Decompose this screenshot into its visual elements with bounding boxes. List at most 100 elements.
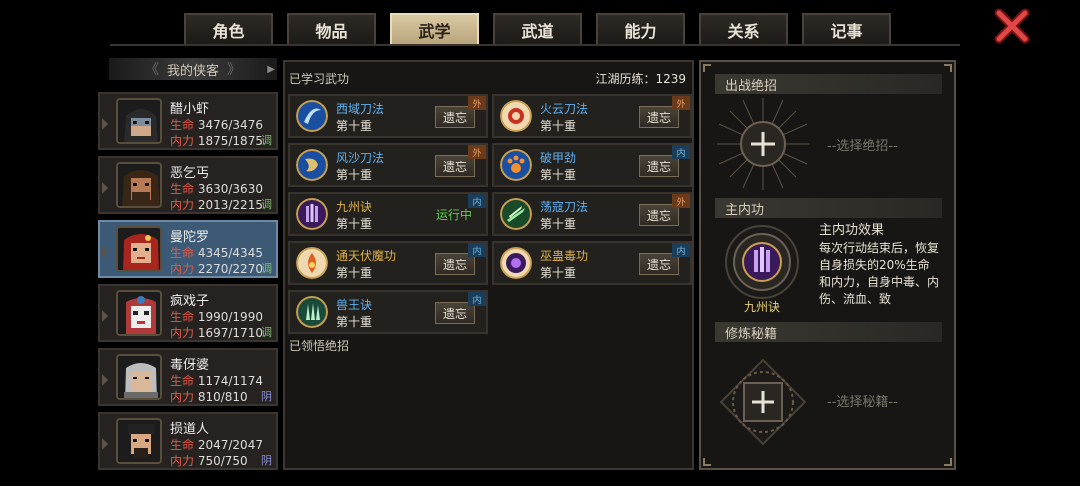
- cultivation-section-title: 修炼秘籍: [715, 322, 942, 342]
- skill-level: 第十重: [540, 168, 577, 182]
- character-mp: 内力 1875/1875: [170, 134, 263, 148]
- skill-type-badge: 内: [672, 145, 690, 159]
- beast-claw-icon: [296, 296, 328, 328]
- skill-level: 第十重: [336, 168, 373, 182]
- skill-card[interactable]: 巫蛊毒功 第十重 遗忘 内: [492, 241, 692, 285]
- avatar: [116, 226, 162, 272]
- skill-card[interactable]: 荡寇刀法 第十重 遗忘 外: [492, 192, 692, 236]
- skill-name: 火云刀法: [540, 102, 589, 116]
- skill-type-badge: 内: [468, 194, 486, 208]
- character-name: 毒伢婆: [170, 358, 210, 373]
- left-arrow-icon: 《: [144, 62, 159, 78]
- tab-relations[interactable]: 关系: [699, 13, 788, 45]
- frame-corner: [703, 64, 711, 72]
- skill-type-badge: 内: [468, 243, 486, 257]
- learned-ultimates-title: 已领悟绝招: [289, 339, 350, 353]
- tab-journal[interactable]: 记事: [802, 13, 891, 45]
- skill-name: 通天伏魔功: [336, 249, 397, 263]
- character-card[interactable]: 毒伢婆 生命 1174/1174 内力 810/810 阴: [98, 348, 278, 406]
- skill-name: 荡寇刀法: [540, 200, 589, 214]
- character-card[interactable]: 醋小虾 生命 3476/3476 内力 1875/1875 调: [98, 92, 278, 150]
- cultivation-hint: --选择秘籍--: [827, 395, 898, 410]
- status-badge: 阴: [261, 390, 272, 403]
- character-mp: 内力 2013/2215: [170, 198, 263, 212]
- roster-title: 我的侠客: [166, 63, 219, 79]
- skill-type-badge: 外: [468, 145, 486, 159]
- character-name: 损道人: [170, 422, 210, 437]
- character-name: 曼陀罗: [170, 230, 210, 245]
- skill-name: 风沙刀法: [336, 151, 385, 165]
- effect-text: 每次行动结束后，恢复自身损失的20%生命和内力，自身中毒、内伤、流血、致: [819, 241, 940, 306]
- avatar: [116, 290, 162, 336]
- main-skill-effect: 主内功效果 每次行动结束后，恢复自身损失的20%生命和内力，自身中毒、内伤、流血…: [819, 222, 941, 316]
- character-hp: 生命 1174/1174: [170, 374, 263, 388]
- skill-name: 兽王诀: [336, 298, 373, 312]
- avatar: [116, 418, 162, 464]
- skill-card[interactable]: 兽王诀 第十重 遗忘 内: [288, 290, 488, 334]
- paw-icon: [500, 149, 532, 181]
- tab-items[interactable]: 物品: [287, 13, 376, 45]
- fire-cloud-icon: [500, 100, 532, 132]
- avatar: [116, 98, 162, 144]
- status-badge: 调: [261, 262, 272, 275]
- character-card[interactable]: 疯戏子 生命 1990/1990 内力 1697/1710 调: [98, 284, 278, 342]
- skills-panel: 已学习武功 江湖历练：1239 西域刀法 第十重 遗忘 外 火云刀法 第十重 遗…: [283, 60, 694, 470]
- ultimate-section-title: 出战绝招: [715, 74, 942, 94]
- avatar: [116, 162, 162, 208]
- card-tab-marker: [102, 246, 108, 258]
- skill-level: 第十重: [336, 266, 373, 280]
- character-hp: 生命 3630/3630: [170, 182, 263, 196]
- blade-swirl-icon: [296, 100, 328, 132]
- skill-name: 巫蛊毒功: [540, 249, 589, 263]
- character-card-selected[interactable]: 曼陀罗 生命 4345/4345 内力 2270/2270 调: [98, 220, 278, 278]
- skill-card[interactable]: 九州诀 第十重 运行中 内: [288, 192, 488, 236]
- tab-martial-arts[interactable]: 武学: [390, 13, 479, 45]
- triangle-right-icon: ▶: [267, 63, 275, 75]
- effect-title: 主内功效果: [819, 223, 885, 238]
- character-card[interactable]: 恶乞丐 生命 3630/3630 内力 2013/2215 调: [98, 156, 278, 214]
- tab-bar: 角色 物品 武学 武道 能力 关系 记事: [184, 13, 891, 45]
- tab-martial-way[interactable]: 武道: [493, 13, 582, 45]
- skill-card[interactable]: 风沙刀法 第十重 遗忘 外: [288, 143, 488, 187]
- card-tab-marker: [102, 310, 108, 322]
- character-mp: 内力 750/750: [170, 454, 248, 468]
- card-tab-marker: [102, 118, 108, 130]
- skill-card[interactable]: 西域刀法 第十重 遗忘 外: [288, 94, 488, 138]
- skill-card[interactable]: 破甲劲 第十重 遗忘 内: [492, 143, 692, 187]
- skill-type-badge: 内: [468, 292, 486, 306]
- learned-skills-title: 已学习武功: [289, 72, 350, 86]
- character-card[interactable]: 损道人 生命 2047/2047 内力 750/750 阴: [98, 412, 278, 470]
- tab-abilities[interactable]: 能力: [596, 13, 685, 45]
- character-mp: 内力 810/810: [170, 390, 248, 404]
- character-hp: 生命 3476/3476: [170, 118, 263, 132]
- character-mp: 内力 1697/1710: [170, 326, 263, 340]
- skill-level: 第十重: [540, 217, 577, 231]
- close-icon[interactable]: [994, 8, 1030, 44]
- right-arrow-icon: 》: [227, 62, 241, 78]
- skill-card[interactable]: 通天伏魔功 第十重 遗忘 内: [288, 241, 488, 285]
- green-slash-icon: [500, 198, 532, 230]
- character-name: 疯戏子: [170, 294, 210, 309]
- cultivation-slot[interactable]: [719, 358, 807, 446]
- main-skill-emblem: [725, 225, 799, 299]
- skill-name: 九州诀: [336, 200, 373, 214]
- character-name: 恶乞丐: [170, 166, 210, 181]
- wind-sand-icon: [296, 149, 328, 181]
- skill-name: 破甲劲: [540, 151, 577, 165]
- roster-header: 《 我的侠客 》 ▶: [109, 58, 277, 80]
- ultimate-hint: --选择绝招--: [827, 139, 898, 154]
- ultimate-slot[interactable]: [713, 94, 813, 194]
- skill-level: 第十重: [336, 217, 373, 231]
- loadout-panel: 出战绝招 --选择绝招-- 主内功 九州诀 主内功效果 每次行动结束后，恢复自身…: [699, 60, 956, 470]
- tab-divider: [110, 44, 960, 46]
- running-status: 运行中: [436, 208, 473, 222]
- experience-counter: 江湖历练：1239: [595, 72, 686, 86]
- card-tab-marker: [102, 438, 108, 450]
- character-name: 醋小虾: [170, 102, 210, 117]
- card-tab-marker: [102, 182, 108, 194]
- status-badge: 调: [261, 326, 272, 339]
- status-badge: 阴: [261, 454, 272, 467]
- tab-role[interactable]: 角色: [184, 13, 273, 45]
- skill-card[interactable]: 火云刀法 第十重 遗忘 外: [492, 94, 692, 138]
- frame-corner: [944, 458, 952, 466]
